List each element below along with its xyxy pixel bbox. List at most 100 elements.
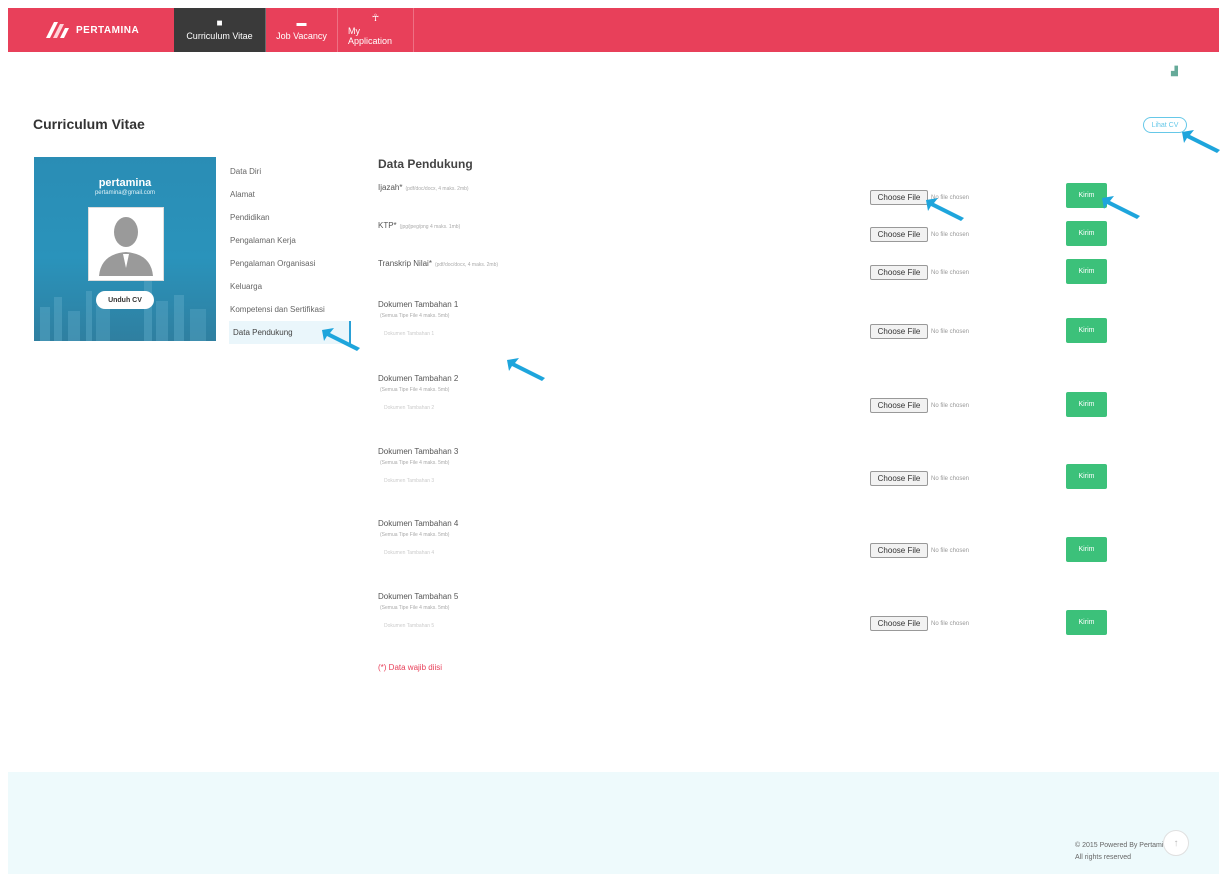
doc-hint: (Semua Tipe File 4 maks. 5mb)	[380, 460, 450, 466]
tab-label: My Application	[348, 26, 393, 46]
side-item-pengalaman-organisasi[interactable]: Pengalaman Organisasi	[229, 252, 351, 275]
brand-name: PERTAMINA	[76, 24, 140, 36]
tab-my-application[interactable]: ☥ My Application	[338, 8, 414, 52]
side-item-kompetensi[interactable]: Kompetensi dan Sertifikasi	[229, 298, 351, 321]
page-title: Curriculum Vitae	[33, 116, 145, 132]
doc-row-tambahan-2: Dokumen Tambahan 2 (Semua Tipe File 4 ma…	[378, 374, 1118, 417]
avatar	[88, 207, 164, 281]
no-file-text: No file chosen	[931, 475, 970, 482]
doc-name-placeholder[interactable]: Dokumen Tambahan 4	[384, 550, 1118, 556]
file-input[interactable]: Choose File No file chosen	[870, 265, 969, 280]
user-silhouette-icon	[99, 217, 153, 276]
doc-row-tambahan-1: Dokumen Tambahan 1 (Semua Tipe File 4 ma…	[378, 300, 1118, 343]
choose-file-button[interactable]: Choose File	[870, 543, 928, 558]
rights-text: All rights reserved	[1075, 854, 1132, 861]
no-file-text: No file chosen	[931, 402, 970, 409]
tab-label: Curriculum Vitae	[186, 31, 253, 41]
doc-hint: (pdf/doc/docx, 4 maks. 2mb)	[434, 262, 499, 268]
choose-file-button[interactable]: Choose File	[870, 324, 928, 339]
kirim-button[interactable]: Kirim	[1066, 537, 1107, 562]
scroll-to-top-button[interactable]: ↑	[1163, 830, 1189, 856]
no-file-text: No file chosen	[931, 328, 970, 335]
annotation-arrow-icon	[1180, 128, 1222, 154]
doc-row-tambahan-3: Dokumen Tambahan 3 (Semua Tipe File 4 ma…	[378, 447, 1118, 489]
kirim-button[interactable]: Kirim	[1066, 392, 1107, 417]
file-input[interactable]: Choose File No file chosen	[870, 227, 969, 242]
side-item-pendidikan[interactable]: Pendidikan	[229, 206, 351, 229]
annotation-arrow-icon	[1100, 194, 1142, 220]
tab-job-vacancy[interactable]: ▬ Job Vacancy	[266, 8, 338, 52]
no-file-text: No file chosen	[931, 620, 970, 627]
doc-hint: (Semua Tipe File 4 maks. 5mb)	[380, 387, 450, 393]
doc-row-tambahan-4: Dokumen Tambahan 4 (Semua Tipe File 4 ma…	[378, 519, 1118, 562]
section-title: Data Pendukung	[378, 157, 473, 171]
briefcase-icon: ■	[216, 18, 223, 29]
unduh-cv-button[interactable]: Unduh CV	[96, 291, 154, 309]
choose-file-button[interactable]: Choose File	[870, 265, 928, 280]
doc-hint: (Semua Tipe File 4 maks. 5mb)	[380, 532, 450, 538]
side-item-data-diri[interactable]: Data Diri	[229, 160, 351, 183]
doc-label: KTP* (jpg/jpeg/png 4 maks. 1mb)	[378, 221, 1118, 230]
person-icon: ☥	[371, 13, 380, 24]
required-note: (*) Data wajib diisi	[378, 663, 443, 672]
annotation-arrow-icon	[924, 196, 966, 222]
doc-hint: (Semua Tipe File 4 maks. 5mb)	[380, 313, 450, 319]
choose-file-button[interactable]: Choose File	[870, 227, 928, 242]
doc-label: Dokumen Tambahan 2	[378, 374, 459, 383]
doc-name-placeholder[interactable]: Dokumen Tambahan 1	[384, 331, 1118, 337]
pertamina-logo-icon	[44, 20, 70, 40]
choose-file-button[interactable]: Choose File	[870, 398, 928, 413]
no-file-text: No file chosen	[931, 231, 970, 238]
footer-copyright: © 2015 Powered By Pertamina All rights r…	[1075, 840, 1171, 864]
choose-file-button[interactable]: Choose File	[870, 471, 928, 486]
doc-hint: (Semua Tipe File 4 maks. 5mb)	[380, 605, 450, 611]
doc-row-transkrip: Transkrip Nilai* (pdf/doc/docx, 4 maks. 2…	[378, 259, 1118, 284]
kirim-button[interactable]: Kirim	[1066, 259, 1107, 284]
footer: © 2015 Powered By Pertamina All rights r…	[8, 772, 1219, 874]
profile-email: pertamina@gmail.com	[94, 190, 156, 196]
doc-row-tambahan-5: Dokumen Tambahan 5 (Semua Tipe File 4 ma…	[378, 592, 1118, 635]
file-input[interactable]: Choose File No file chosen	[870, 324, 969, 339]
doc-label-text: KTP*	[378, 221, 397, 230]
doc-label: Transkrip Nilai* (pdf/doc/docx, 4 maks. 2…	[378, 259, 1118, 268]
annotation-arrow-icon	[505, 356, 547, 382]
doc-name-placeholder[interactable]: Dokumen Tambahan 3	[384, 478, 1118, 484]
brand[interactable]: PERTAMINA	[8, 8, 174, 52]
doc-label: Dokumen Tambahan 1	[378, 300, 459, 309]
no-file-text: No file chosen	[931, 547, 970, 554]
file-input[interactable]: Choose File No file chosen	[870, 398, 969, 413]
tab-curriculum-vitae[interactable]: ■ Curriculum Vitae	[174, 8, 266, 52]
side-item-keluarga[interactable]: Keluarga	[229, 275, 351, 298]
profile-card: pertamina pertamina@gmail.com Unduh CV	[34, 157, 216, 341]
doc-row-ijazah: Ijazah* (pdf/doc/docx, 4 maks. 2mb) Choos…	[378, 183, 1118, 208]
file-input[interactable]: Choose File No file chosen	[870, 543, 969, 558]
cv-side-menu: Data Diri Alamat Pendidikan Pengalaman K…	[229, 160, 351, 344]
tab-label: Job Vacancy	[276, 31, 327, 41]
file-input[interactable]: Choose File No file chosen	[870, 471, 969, 486]
broken-image-icon[interactable]: ▟	[1171, 66, 1181, 76]
doc-label: Ijazah* (pdf/doc/docx, 4 maks. 2mb)	[378, 183, 1118, 192]
profile-name: pertamina	[98, 177, 152, 189]
doc-label: Dokumen Tambahan 5	[378, 592, 459, 601]
bag-icon: ▬	[296, 18, 307, 29]
kirim-button[interactable]: Kirim	[1066, 318, 1107, 343]
annotation-arrow-icon	[320, 326, 362, 352]
choose-file-button[interactable]: Choose File	[870, 190, 928, 205]
top-navbar: PERTAMINA ■ Curriculum Vitae ▬ Job Vacan…	[8, 8, 1219, 52]
doc-hint: (jpg/jpeg/png 4 maks. 1mb)	[399, 224, 461, 230]
kirim-button[interactable]: Kirim	[1066, 610, 1107, 635]
doc-label-text: Transkrip Nilai*	[378, 259, 432, 268]
doc-hint: (pdf/doc/docx, 4 maks. 2mb)	[405, 186, 469, 192]
choose-file-button[interactable]: Choose File	[870, 616, 928, 631]
doc-row-ktp: KTP* (jpg/jpeg/png 4 maks. 1mb) Choose Fi…	[378, 221, 1118, 246]
doc-name-placeholder[interactable]: Dokumen Tambahan 5	[384, 623, 1118, 629]
kirim-button[interactable]: Kirim	[1066, 464, 1107, 489]
doc-label-text: Ijazah*	[378, 183, 403, 192]
doc-name-placeholder[interactable]: Dokumen Tambahan 2	[384, 405, 1118, 411]
file-input[interactable]: Choose File No file chosen	[870, 616, 969, 631]
kirim-button[interactable]: Kirim	[1066, 221, 1107, 246]
doc-label: Dokumen Tambahan 3	[378, 447, 459, 456]
side-item-alamat[interactable]: Alamat	[229, 183, 351, 206]
side-item-pengalaman-kerja[interactable]: Pengalaman Kerja	[229, 229, 351, 252]
copyright-text: © 2015 Powered By Pertamina	[1075, 842, 1172, 849]
